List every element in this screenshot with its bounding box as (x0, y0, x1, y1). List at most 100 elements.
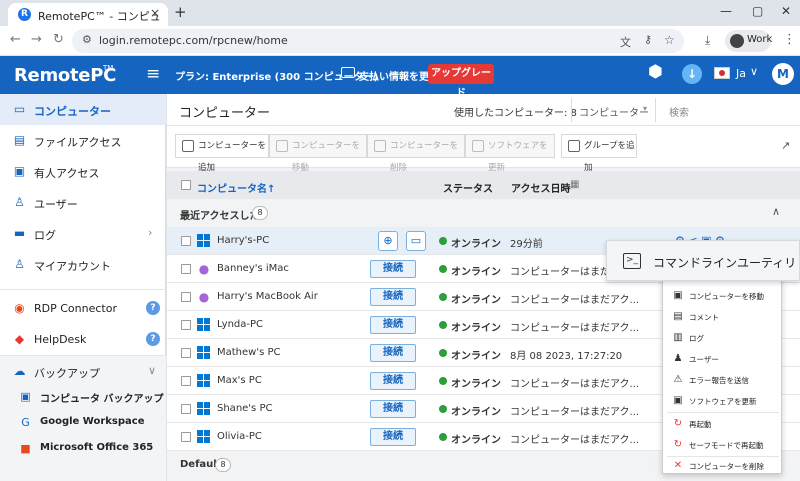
browser-tab[interactable]: R RemotePC™ - コンピューター × (8, 3, 168, 39)
export-icon[interactable]: ↗ (781, 139, 790, 152)
online-status-dot (439, 405, 447, 413)
address-bar[interactable]: ⚙ login.remotepc.com/rpcnew/home 文 ⚷ ☆ (72, 29, 684, 53)
sidebar-item-label: ユーザー (34, 198, 78, 211)
sidebar-item-computers[interactable]: ▭ コンピューター (0, 94, 166, 125)
group-header-recent[interactable]: 最近アクセスした 8 ∧ (167, 199, 800, 227)
hamburger-menu-icon[interactable]: ≡ (146, 64, 160, 84)
row-checkbox[interactable] (181, 348, 191, 358)
row-checkbox[interactable] (181, 376, 191, 386)
connect-button[interactable]: 接続 (370, 260, 416, 278)
search-input[interactable]: 検索 (669, 104, 689, 119)
translate-icon[interactable]: 文 (620, 34, 631, 50)
chevron-up-icon[interactable]: ∧ (772, 205, 780, 218)
row-checkbox[interactable] (181, 292, 191, 302)
add-group-button[interactable]: グループを追加 (561, 134, 637, 173)
menu-item-move[interactable]: ▣ コンピューターを移動 (663, 285, 783, 306)
chevron-down-icon[interactable]: ∨ (750, 65, 758, 78)
calendar-icon[interactable]: ▦ (570, 179, 579, 190)
package-download-icon[interactable]: ⬢ (648, 62, 670, 84)
group-count-badge: 8 (252, 206, 268, 220)
move-computer-button[interactable]: コンピューターを移動 (269, 134, 367, 173)
user-avatar[interactable]: M (772, 63, 794, 85)
password-key-icon[interactable]: ⚷ (644, 33, 652, 46)
language-selector[interactable]: Ja (736, 67, 746, 80)
help-icon[interactable]: ? (146, 332, 160, 346)
menu-item-update-software[interactable]: ▣ ソフトウェアを更新 (663, 390, 783, 411)
computer-name[interactable]: Olivia-PC (217, 431, 262, 442)
sidebar-item-helpdesk[interactable]: ◆ HelpDesk ? (0, 324, 166, 355)
connect-button[interactable]: 接続 (370, 428, 416, 446)
new-tab-button[interactable]: + (174, 3, 187, 21)
online-status-dot (439, 377, 447, 385)
column-header-status: ステータス (443, 184, 493, 195)
menu-item-log[interactable]: ▥ ログ (663, 327, 783, 348)
connect-button[interactable]: 接続 (370, 316, 416, 334)
computer-name[interactable]: Shane's PC (217, 403, 272, 414)
connect-button[interactable]: 接続 (370, 400, 416, 418)
japan-flag-icon[interactable] (714, 67, 730, 79)
delete-computer-button[interactable]: コンピューターを削除 (367, 134, 465, 173)
bookmark-star-icon[interactable]: ☆ (664, 33, 675, 47)
status-text: オンライン (451, 239, 501, 250)
sidebar-item-attended-access[interactable]: ▣ 有人アクセス (0, 156, 166, 187)
minimize-window-button[interactable]: — (720, 4, 732, 18)
forward-arrow-icon[interactable]: → (31, 32, 42, 47)
sidebar-item-my-account[interactable]: ♙ マイアカウント (0, 249, 166, 280)
log-icon: ▥ (673, 332, 683, 343)
connect-button[interactable]: 接続 (370, 372, 416, 390)
row-checkbox[interactable] (181, 432, 191, 442)
sidebar-item-logs[interactable]: ▬ ログ › (0, 218, 166, 249)
download-icon[interactable]: ↓ (682, 64, 702, 84)
sidebar-item-rdp-connector[interactable]: ◉ RDP Connector ? (0, 293, 166, 324)
computer-name[interactable]: Lynda-PC (217, 319, 263, 330)
remotepc-logo[interactable]: RemotePC (14, 65, 116, 86)
connect-button[interactable]: 接続 (370, 344, 416, 362)
downloads-icon[interactable]: ⤓ (705, 33, 710, 48)
computer-name[interactable]: Harry's-PC (217, 235, 269, 246)
site-info-icon[interactable]: ⚙ (82, 33, 92, 46)
close-tab-icon[interactable]: × (150, 6, 160, 20)
update-payment-link[interactable]: 支払い情報を更新 (359, 68, 439, 83)
update-software-icon (472, 140, 484, 152)
sidebar-item-users[interactable]: ♙ ユーザー (0, 187, 166, 218)
row-checkbox[interactable] (181, 404, 191, 414)
caret-down-icon[interactable]: ▾ (643, 104, 647, 113)
back-arrow-icon[interactable]: ← (10, 32, 21, 47)
help-icon[interactable]: ? (146, 301, 160, 315)
computer-name[interactable]: Max's PC (217, 375, 262, 386)
browser-toolbar: ← → ↻ ⚙ login.remotepc.com/rpcnew/home 文… (0, 26, 800, 56)
upgrade-button[interactable]: アップグレード (428, 64, 494, 99)
column-header-name[interactable]: コンピュータ名↑ (197, 180, 275, 195)
close-window-button[interactable]: ✕ (781, 4, 791, 18)
menu-item-restart[interactable]: ↻ 再起動 (663, 413, 783, 434)
row-checkbox[interactable] (181, 236, 191, 246)
computer-name[interactable]: Harry's MacBook Air (217, 291, 318, 302)
menu-item-comment[interactable]: ▤ コメント (663, 306, 783, 327)
row-checkbox[interactable] (181, 320, 191, 330)
filter-dropdown[interactable]: コンピューター (579, 104, 649, 119)
row-checkbox[interactable] (181, 264, 191, 274)
menu-item-safe-mode-restart[interactable]: ↻ セーフモードで再起動 (663, 434, 783, 455)
browser-menu-icon[interactable]: ⋮ (783, 32, 796, 47)
group-count-badge: 8 (215, 458, 231, 472)
select-all-checkbox[interactable] (181, 180, 191, 190)
menu-item-users[interactable]: ♟ ユーザー (663, 348, 783, 369)
web-access-icon[interactable]: ⊕ (378, 231, 398, 251)
update-software-button[interactable]: ソフトウェアを更新 (465, 134, 555, 173)
online-status-dot (439, 265, 447, 273)
computer-name[interactable]: Mathew's PC (217, 347, 281, 358)
remotepc-favicon: R (18, 8, 31, 21)
add-computer-button[interactable]: コンピューターを追加 (175, 134, 269, 173)
computer-name[interactable]: Banney's iMac (217, 263, 289, 274)
sidebar-item-file-access[interactable]: ▤ ファイルアクセス (0, 125, 166, 156)
maximize-window-button[interactable]: ▢ (752, 4, 763, 18)
menu-item-delete[interactable]: ✕ コンピューターを削除 (663, 455, 783, 476)
move-icon: ▣ (673, 290, 683, 301)
profile-button[interactable]: Work (725, 30, 772, 52)
connect-button[interactable]: 接続 (370, 288, 416, 306)
monitor-connect-icon[interactable]: ▭ (406, 231, 426, 251)
status-text: オンライン (451, 407, 501, 418)
reload-icon[interactable]: ↻ (53, 32, 64, 47)
menu-item-send-error-report[interactable]: ⚠ エラー報告を送信 (663, 369, 783, 390)
sidebar-item-office365[interactable]: ■ Microsoft Office 365 (0, 433, 166, 464)
